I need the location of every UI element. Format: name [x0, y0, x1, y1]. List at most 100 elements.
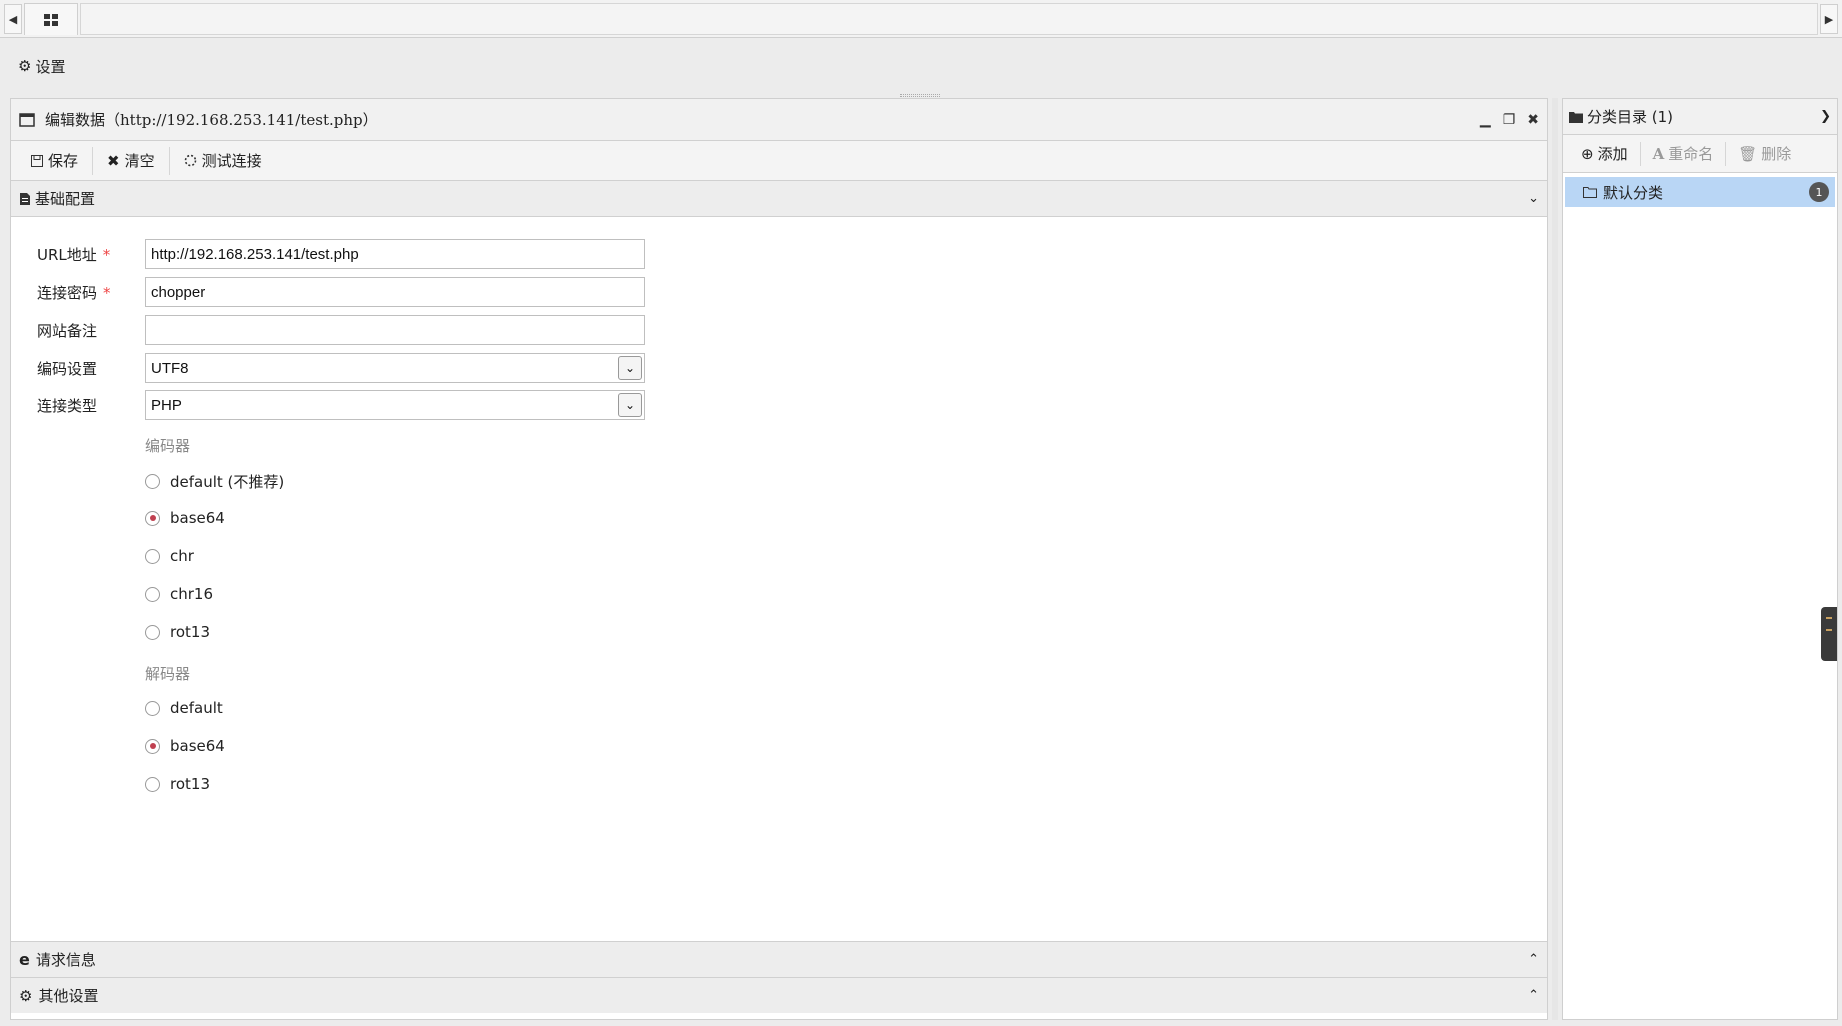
chevron-down-icon: ⌄: [618, 356, 642, 380]
menu-bar: ⚙ 设置: [4, 40, 1838, 92]
decoder-option-label: default: [170, 699, 223, 717]
encoder-radio-option[interactable]: rot13: [145, 623, 210, 641]
side-grip-handle[interactable]: [1821, 607, 1837, 661]
radio-button[interactable]: [145, 548, 160, 564]
font-icon: A: [1652, 144, 1665, 163]
vertical-splitter[interactable]: [1552, 98, 1558, 1020]
radio-button[interactable]: [145, 624, 160, 640]
settings-menu[interactable]: ⚙ 设置: [18, 56, 65, 77]
radio-button[interactable]: [145, 700, 160, 716]
chevron-right-icon[interactable]: ❯: [1820, 109, 1831, 124]
url-input[interactable]: [145, 239, 645, 269]
category-title: 分类目录 (1): [1587, 108, 1674, 126]
chevron-down-icon: ⌄: [618, 393, 642, 417]
settings-label: 设置: [35, 57, 66, 76]
note-label: 网站备注: [37, 321, 98, 340]
gears-icon: ⚙: [19, 986, 33, 1005]
plus-circle-icon: ⊕: [1581, 144, 1594, 163]
decoder-option-label: rot13: [170, 775, 210, 793]
category-toolbar: ⊕ 添加 A 重命名 🗑 删除: [1563, 135, 1837, 173]
radio-button[interactable]: [145, 586, 160, 602]
folder-open-icon: [1583, 186, 1597, 198]
encoder-radio-option[interactable]: chr16: [145, 585, 213, 603]
chevron-up-icon[interactable]: ⌃: [1528, 952, 1539, 967]
delete-label: 删除: [1761, 145, 1792, 163]
encoding-row: 编码设置 UTF8 ⌄: [37, 353, 645, 383]
radio-button[interactable]: [145, 474, 160, 489]
radio-button[interactable]: [145, 776, 160, 792]
save-label: 保存: [48, 152, 79, 170]
chevron-down-icon[interactable]: ⌄: [1528, 191, 1539, 206]
document-icon: [20, 192, 30, 205]
radio-button[interactable]: [145, 510, 160, 526]
decoder-radio-option[interactable]: rot13: [145, 775, 210, 793]
encoding-label: 编码设置: [37, 359, 98, 378]
minimize-icon[interactable]: ▁: [1480, 112, 1491, 128]
add-label: 添加: [1597, 145, 1628, 163]
type-row: 连接类型 PHP ⌄: [37, 390, 645, 420]
other-settings-header[interactable]: ⚙ 其他设置 ⌃: [11, 977, 1547, 1013]
password-label: 连接密码 *: [37, 283, 111, 302]
encoder-option-label: chr16: [170, 585, 214, 603]
url-label: URL地址 *: [37, 245, 111, 264]
decoder-option-label: base64: [170, 737, 225, 755]
test-connection-button[interactable]: 测试连接: [170, 147, 276, 175]
test-connection-label: 测试连接: [201, 152, 262, 170]
password-row: 连接密码 *: [37, 277, 645, 307]
encoder-option-label: chr: [170, 547, 194, 565]
note-row: 网站备注: [37, 315, 645, 345]
save-button[interactable]: 保存: [17, 146, 94, 175]
rename-label: 重命名: [1668, 145, 1714, 163]
encoder-radio-option[interactable]: default (不推荐): [145, 471, 284, 492]
decoder-radio-option[interactable]: base64: [145, 737, 225, 755]
tab-home[interactable]: [24, 3, 78, 35]
gear-icon: ⚙: [18, 57, 32, 75]
delete-category-button[interactable]: 🗑 删除: [1726, 142, 1803, 166]
window-icon: [19, 112, 35, 127]
x-icon: ✖: [107, 151, 120, 170]
category-item-default[interactable]: 默认分类 1: [1565, 177, 1835, 207]
request-info-label: 请求信息: [35, 951, 96, 969]
clear-button[interactable]: ✖ 清空: [93, 146, 170, 175]
password-input[interactable]: [145, 277, 645, 307]
folder-icon: [1569, 111, 1583, 123]
category-sidebar: 分类目录 (1) ❯ ⊕ 添加 A 重命名 🗑 删除 默认分类 1: [1562, 98, 1838, 1020]
category-header: 分类目录 (1) ❯: [1563, 99, 1837, 135]
connection-type-select[interactable]: PHP ⌄: [145, 390, 645, 420]
category-count-badge: 1: [1809, 182, 1829, 202]
encoder-radio-option[interactable]: chr: [145, 547, 194, 565]
scroll-left-button[interactable]: ◀: [4, 4, 22, 34]
encoding-value: UTF8: [151, 359, 189, 377]
horizontal-splitter[interactable]: [900, 94, 940, 97]
radio-button[interactable]: [145, 738, 160, 754]
other-settings-label: 其他设置: [38, 987, 99, 1005]
encoder-radio-option[interactable]: base64: [145, 509, 225, 527]
trash-icon: 🗑: [1738, 144, 1758, 163]
chevron-up-icon[interactable]: ⌃: [1528, 988, 1539, 1003]
editor-header: 编辑数据（http://192.168.253.141/test.php） ▁ …: [11, 99, 1547, 141]
top-tab-bar: ◀ ▶: [0, 0, 1842, 38]
encoder-option-label: rot13: [170, 623, 210, 641]
encoding-select[interactable]: UTF8 ⌄: [145, 353, 645, 383]
decoder-radio-option[interactable]: default: [145, 699, 223, 717]
editor-title: 编辑数据（http://192.168.253.141/test.php）: [45, 111, 378, 129]
decoder-label: 解码器: [145, 665, 191, 683]
basic-config-label: 基础配置: [35, 190, 96, 208]
close-icon[interactable]: ✖: [1527, 112, 1539, 128]
url-row: URL地址 *: [37, 239, 645, 269]
spinner-icon: [184, 154, 196, 167]
basic-config-header[interactable]: 基础配置 ⌄: [11, 181, 1547, 217]
add-category-button[interactable]: ⊕ 添加: [1569, 141, 1641, 166]
save-icon: [31, 154, 43, 167]
clear-label: 清空: [124, 152, 155, 170]
category-item-label: 默认分类: [1603, 183, 1664, 202]
tab-strip: [80, 3, 1818, 35]
note-input[interactable]: [145, 315, 645, 345]
request-info-header[interactable]: e 请求信息 ⌃: [11, 941, 1547, 977]
basic-config-form: URL地址* 连接密码* 网站备注 编码设置 UTF8 ⌄ 连接类型 PHP ⌄…: [11, 217, 1547, 941]
ie-icon: e: [19, 950, 30, 969]
type-label: 连接类型: [37, 396, 98, 415]
scroll-right-button[interactable]: ▶: [1820, 4, 1838, 34]
restore-icon[interactable]: ❐: [1503, 112, 1516, 128]
rename-category-button[interactable]: A 重命名: [1641, 141, 1727, 166]
